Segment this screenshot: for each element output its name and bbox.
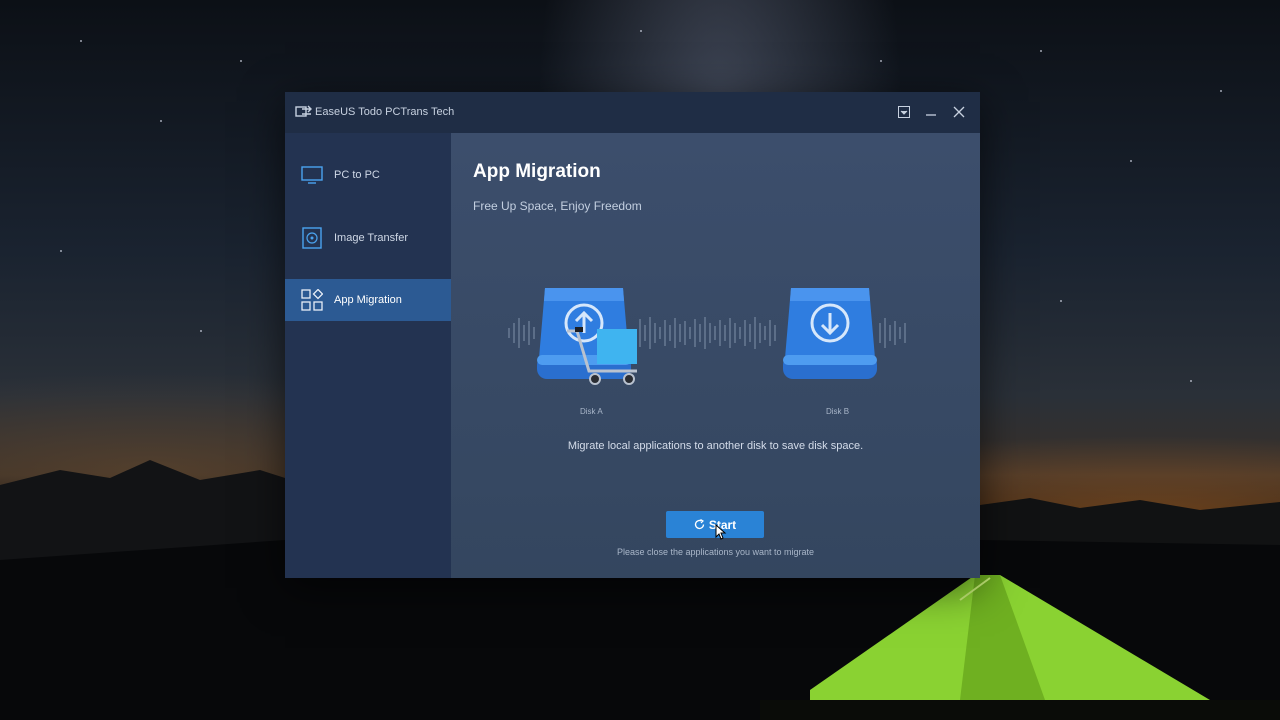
sidebar: PC to PC Image Transfer App Migration (285, 133, 451, 578)
close-icon (953, 106, 965, 118)
minimize-icon (926, 114, 936, 116)
sidebar-item-image-transfer[interactable]: Image Transfer (285, 217, 451, 259)
migration-description: Migrate local applications to another di… (567, 440, 864, 452)
page-title: App Migration (473, 161, 601, 182)
disk-a-label: Disk A (580, 407, 603, 416)
sidebar-item-label: PC to PC (334, 169, 380, 181)
menu-dropdown-button[interactable] (896, 104, 912, 120)
app-logo-icon (295, 105, 312, 117)
sidebar-item-pc-to-pc[interactable]: PC to PC (285, 154, 451, 196)
app-title: EaseUS Todo PCTrans Tech (315, 106, 455, 118)
refresh-icon (694, 519, 704, 530)
page-subtitle: Free Up Space, Enjoy Freedom (473, 199, 642, 213)
apps-grid-icon (301, 289, 323, 311)
disk-b-icon (783, 288, 877, 379)
sidebar-item-label: App Migration (334, 294, 402, 306)
disc-icon (302, 227, 322, 249)
mouse-cursor-icon (715, 524, 727, 540)
disk-b-label: Disk B (826, 407, 850, 416)
close-apps-hint: Please close the applications you want t… (616, 547, 815, 557)
monitor-icon (301, 166, 323, 184)
minimize-button[interactable] (923, 104, 939, 120)
title-bar: EaseUS Todo PCTrans Tech (285, 92, 980, 133)
migration-illustration (508, 288, 906, 385)
dropdown-box-icon (898, 106, 910, 118)
sidebar-item-label: Image Transfer (334, 232, 408, 244)
app-window: EaseUS Todo PCTrans Tech PC to PC Image … (285, 92, 980, 578)
sidebar-item-app-migration[interactable]: App Migration (285, 279, 451, 321)
close-button[interactable] (951, 104, 967, 120)
main-panel: App Migration Free Up Space, Enjoy Freed… (451, 133, 980, 578)
